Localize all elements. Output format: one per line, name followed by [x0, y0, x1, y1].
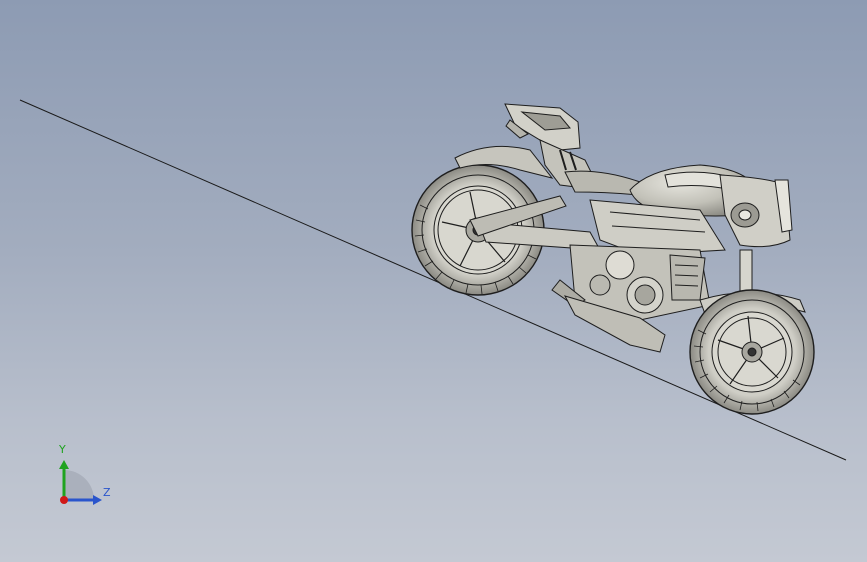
y-axis-label: Y: [59, 443, 66, 456]
motorcycle-model[interactable]: [411, 103, 815, 415]
coordinate-triad: [59, 460, 102, 505]
graphics-viewport[interactable]: Y Z: [0, 0, 867, 562]
x-axis-dot: [60, 496, 68, 504]
model-canvas[interactable]: [0, 0, 867, 562]
z-axis-label: Z: [103, 486, 111, 499]
front-wheel[interactable]: [689, 289, 815, 415]
